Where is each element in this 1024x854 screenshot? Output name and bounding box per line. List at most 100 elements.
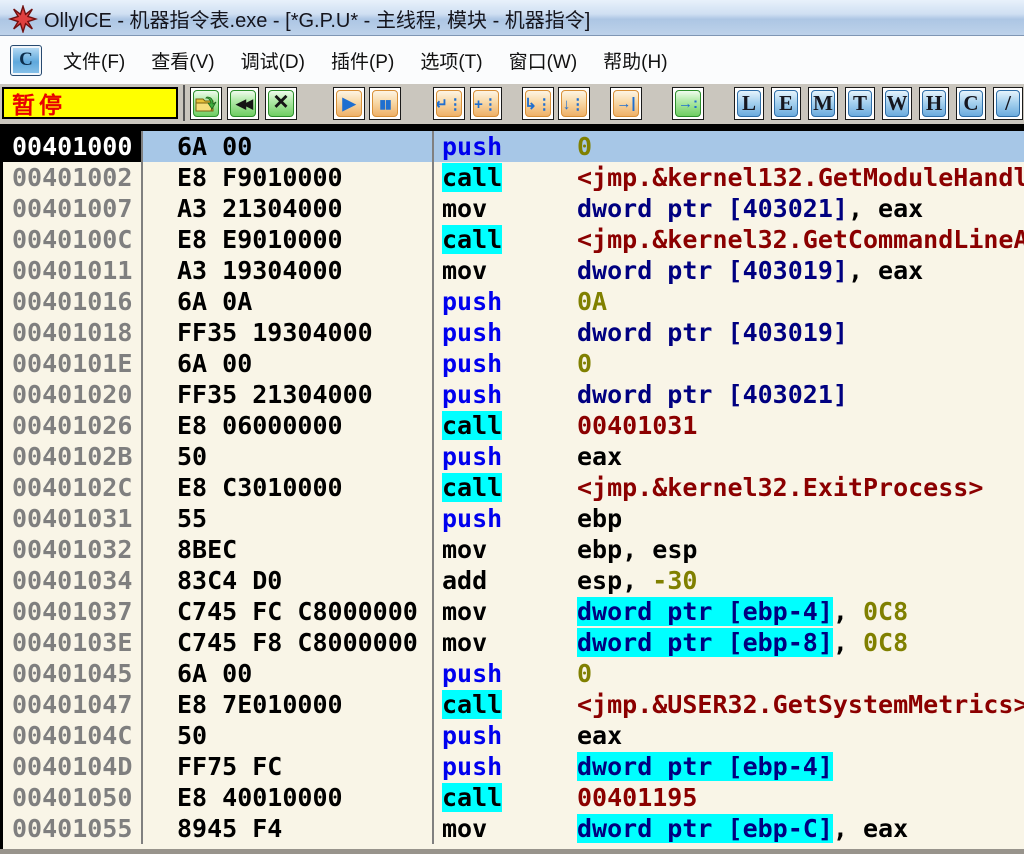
hexbytes-cell: 50 bbox=[143, 720, 432, 751]
menu-item-4[interactable]: 选项(T) bbox=[407, 41, 495, 80]
menu-item-1[interactable]: 查看(V) bbox=[138, 41, 227, 80]
close-button[interactable]: × bbox=[265, 87, 297, 120]
disasm-row[interactable]: 00401002E8 F9010000call<jmp.&kernel132.G… bbox=[3, 162, 1024, 193]
address-cell: 00401000 bbox=[3, 131, 141, 162]
disasm-row[interactable]: 00401011A3 19304000movdword ptr [403019]… bbox=[3, 255, 1024, 286]
disasm-row[interactable]: 004010558945 F4movdword ptr [ebp-C], eax bbox=[3, 813, 1024, 844]
hexbytes-cell: E8 40010000 bbox=[143, 782, 432, 813]
hexbytes-cell: C745 F8 C8000000 bbox=[143, 627, 432, 658]
patches-window-button[interactable]: / bbox=[993, 87, 1023, 120]
hexbytes-cell: E8 F9010000 bbox=[143, 162, 432, 193]
open-button[interactable] bbox=[190, 87, 222, 120]
pause-button[interactable]: ▮▮ bbox=[369, 87, 401, 120]
disassembly-cell: movebp, esp bbox=[434, 534, 1024, 565]
disasm-row[interactable]: 004010166A 0Apush0A bbox=[3, 286, 1024, 317]
address-cell: 00401007 bbox=[3, 193, 141, 224]
disasm-row[interactable]: 0040103483C4 D0addesp, -30 bbox=[3, 565, 1024, 596]
address-cell: 0040102B bbox=[3, 441, 141, 472]
threads-window-button[interactable]: T bbox=[845, 87, 875, 120]
disasm-row[interactable]: 00401007A3 21304000movdword ptr [403021]… bbox=[3, 193, 1024, 224]
windows-window-button[interactable]: W bbox=[882, 87, 912, 120]
disasm-row[interactable]: 004010328BECmovebp, esp bbox=[3, 534, 1024, 565]
disasm-row[interactable]: 0040102B50pusheax bbox=[3, 441, 1024, 472]
log-window-button[interactable]: L bbox=[734, 87, 764, 120]
mnemonic: push bbox=[442, 379, 577, 410]
disasm-row[interactable]: 00401026E8 06000000call00401031 bbox=[3, 410, 1024, 441]
mnemonic: push bbox=[442, 720, 577, 751]
animate-over-button[interactable]: ↓⋮ bbox=[558, 87, 590, 120]
step-over-button[interactable]: +⋮ bbox=[470, 87, 502, 120]
operands: <jmp.&kernel132.GetModuleHandleA> bbox=[577, 163, 1024, 192]
restart-button[interactable]: ◀◀ bbox=[227, 87, 259, 120]
disasm-rows: 004010006A 00push000401002E8 F9010000cal… bbox=[3, 131, 1024, 844]
disasm-row[interactable]: 004010006A 00push0 bbox=[3, 131, 1024, 162]
disassembly-cell: movdword ptr [ebp-C], eax bbox=[434, 813, 1024, 844]
disassembly-cell: movdword ptr [ebp-8], 0C8 bbox=[434, 627, 1024, 658]
disassembly-cell: call<jmp.&kernel32.GetCommandLineA> bbox=[434, 224, 1024, 255]
menu-item-3[interactable]: 插件(P) bbox=[318, 41, 407, 80]
hexbytes-cell: 50 bbox=[143, 441, 432, 472]
disasm-row[interactable]: 00401037C745 FC C8000000movdword ptr [eb… bbox=[3, 596, 1024, 627]
operands: 00401031 bbox=[577, 411, 697, 440]
disasm-row[interactable]: 00401047E8 7E010000call<jmp.&USER32.GetS… bbox=[3, 689, 1024, 720]
disassembly-cell: addesp, -30 bbox=[434, 565, 1024, 596]
animate-into-icon: ↳⋮ bbox=[525, 90, 551, 117]
disassembly-cell: pushdword ptr [403019] bbox=[434, 317, 1024, 348]
animate-into-button[interactable]: ↳⋮ bbox=[522, 87, 554, 120]
disassembly-cell: pusheax bbox=[434, 720, 1024, 751]
mnemonic: push bbox=[442, 348, 577, 379]
handles-window-button[interactable]: H bbox=[919, 87, 949, 120]
disasm-row[interactable]: 0040101E6A 00push0 bbox=[3, 348, 1024, 379]
step-into-button[interactable]: ↵⋮ bbox=[433, 87, 465, 120]
mnemonic: call bbox=[442, 162, 577, 193]
pane-bottom-edge bbox=[0, 849, 1024, 854]
pause-icon: ▮▮ bbox=[372, 90, 398, 117]
hexbytes-cell: 6A 0A bbox=[143, 286, 432, 317]
disassembly-cell: pusheax bbox=[434, 441, 1024, 472]
memory-window-button[interactable]: M bbox=[808, 87, 838, 120]
letter-slash-icon: / bbox=[996, 90, 1020, 117]
address-cell: 0040100C bbox=[3, 224, 141, 255]
disasm-row[interactable]: 004010456A 00push0 bbox=[3, 658, 1024, 689]
address-cell: 00401020 bbox=[3, 379, 141, 410]
address-cell: 0040103E bbox=[3, 627, 141, 658]
mnemonic: push bbox=[442, 751, 577, 782]
operands: 0 bbox=[577, 659, 592, 688]
hexbytes-cell: FF35 19304000 bbox=[143, 317, 432, 348]
cpu-window-button[interactable]: C bbox=[956, 87, 986, 120]
toolbar-separator bbox=[183, 85, 185, 121]
hexbytes-cell: 6A 00 bbox=[143, 348, 432, 379]
mnemonic: call bbox=[442, 689, 577, 720]
disasm-row[interactable]: 0040103EC745 F8 C8000000movdword ptr [eb… bbox=[3, 627, 1024, 658]
disasm-row[interactable]: 00401050E8 40010000call00401195 bbox=[3, 782, 1024, 813]
disasm-row[interactable]: 00401018FF35 19304000pushdword ptr [4030… bbox=[3, 317, 1024, 348]
disasm-row[interactable]: 0040104C50pusheax bbox=[3, 720, 1024, 751]
address-cell: 00401032 bbox=[3, 534, 141, 565]
mnemonic: push bbox=[442, 658, 577, 689]
mnemonic: push bbox=[442, 131, 577, 162]
menu-item-6[interactable]: 帮助(H) bbox=[590, 41, 680, 80]
disasm-row[interactable]: 0040104DFF75 FCpushdword ptr [ebp-4] bbox=[3, 751, 1024, 782]
operands: dword ptr [ebp-8], 0C8 bbox=[577, 628, 908, 657]
hexbytes-cell: 6A 00 bbox=[143, 658, 432, 689]
hexbytes-cell: FF75 FC bbox=[143, 751, 432, 782]
operands: eax bbox=[577, 442, 622, 471]
mnemonic: push bbox=[442, 317, 577, 348]
ollyice-window: OllyICE - 机器指令表.exe - [*G.P.U* - 主线程, 模块… bbox=[0, 0, 1024, 854]
menu-item-5[interactable]: 窗口(W) bbox=[496, 41, 591, 80]
disasm-row[interactable]: 00401020FF35 21304000pushdword ptr [4030… bbox=[3, 379, 1024, 410]
run-button[interactable]: ▶ bbox=[333, 87, 365, 120]
mnemonic: mov bbox=[442, 596, 577, 627]
cpu-child-window-icon[interactable]: C bbox=[10, 45, 42, 76]
executables-window-button[interactable]: E bbox=[771, 87, 801, 120]
disasm-row[interactable]: 0040102CE8 C3010000call<jmp.&kernel32.Ex… bbox=[3, 472, 1024, 503]
menu-item-0[interactable]: 文件(F) bbox=[50, 41, 138, 80]
disasm-row[interactable]: 0040100CE8 E9010000call<jmp.&kernel32.Ge… bbox=[3, 224, 1024, 255]
goto-button[interactable]: →: bbox=[672, 87, 704, 120]
execute-till-return-button[interactable]: →| bbox=[610, 87, 642, 120]
menu-item-2[interactable]: 调试(D) bbox=[228, 41, 318, 80]
address-cell: 00401031 bbox=[3, 503, 141, 534]
letter-m-icon: M bbox=[811, 90, 835, 117]
disasm-row[interactable]: 0040103155pushebp bbox=[3, 503, 1024, 534]
goto-icon: →: bbox=[675, 90, 701, 117]
